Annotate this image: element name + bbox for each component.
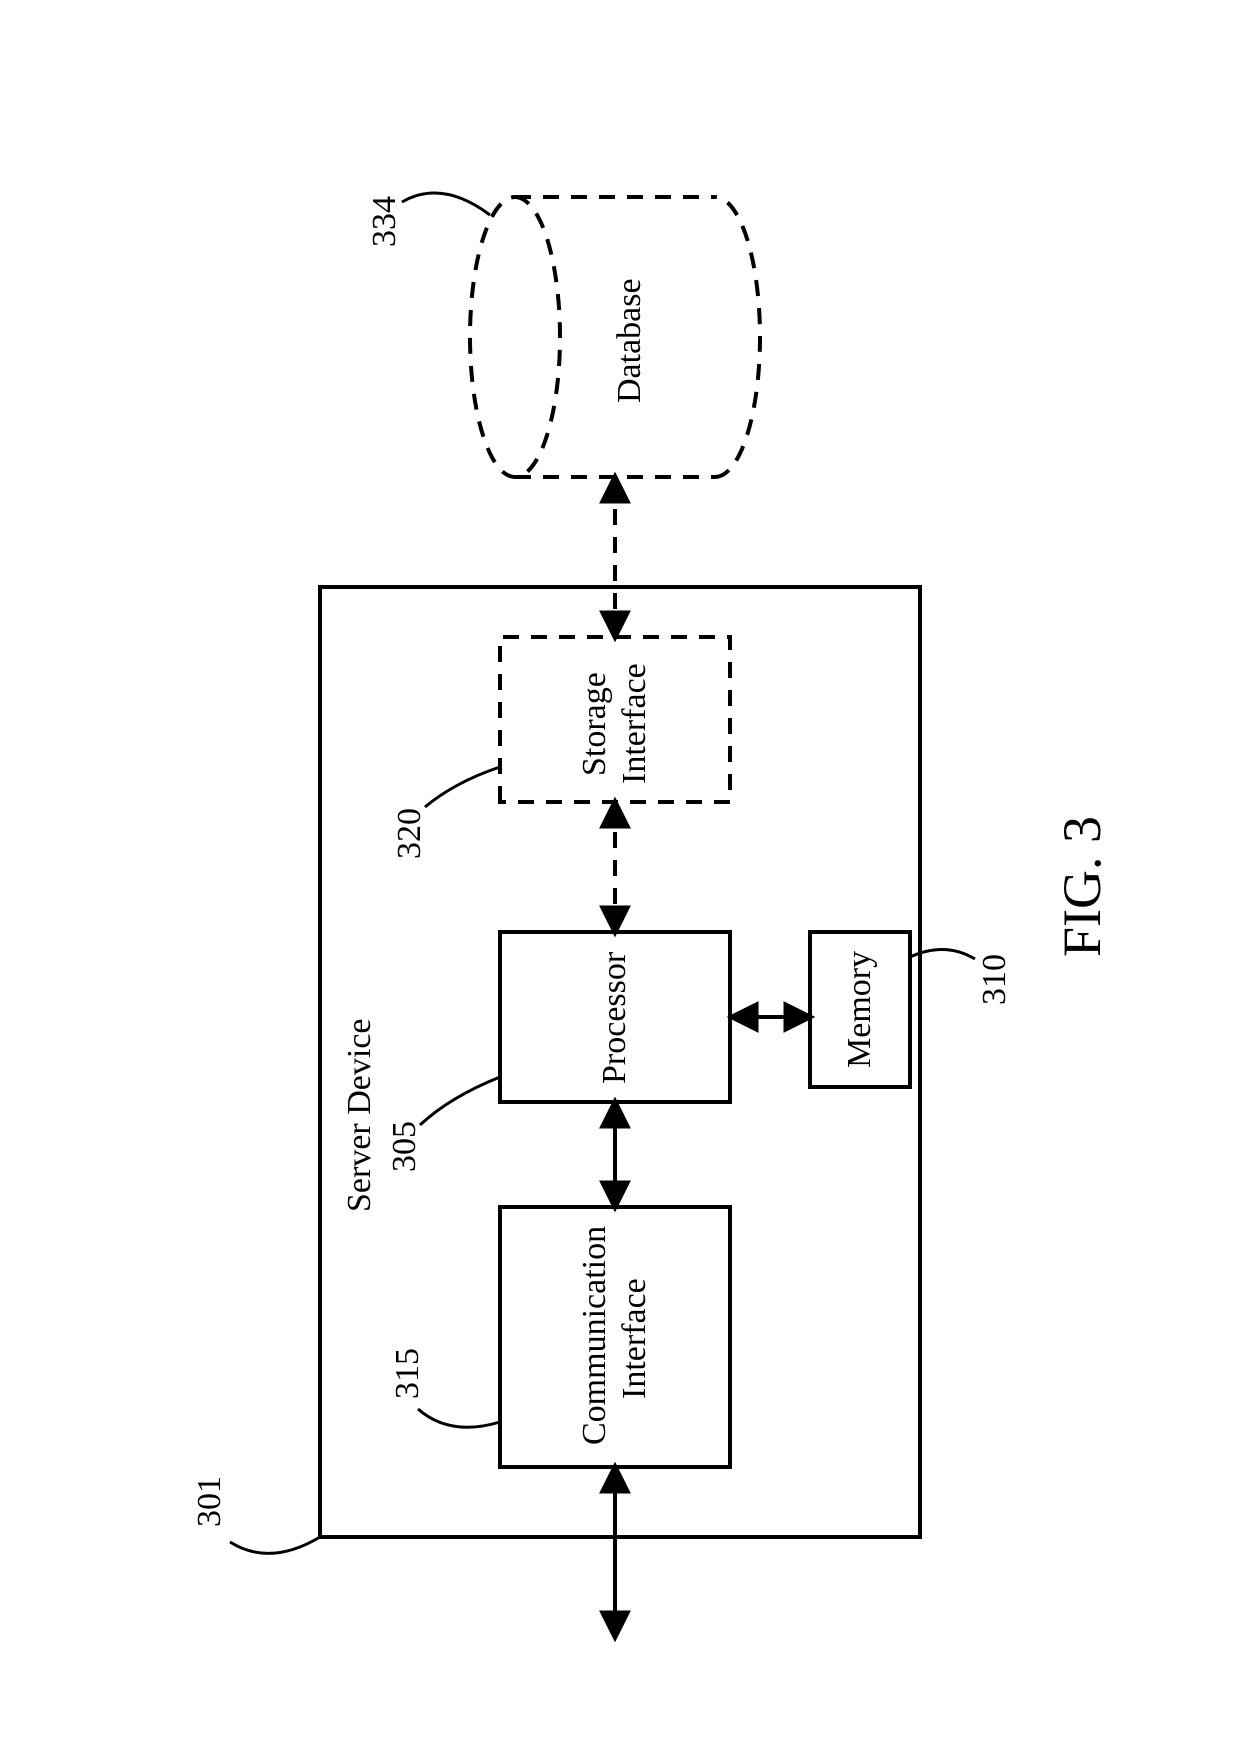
ref-320: 320	[391, 808, 428, 859]
ref-315-leader	[418, 1409, 500, 1427]
ref-301: 301	[191, 1476, 228, 1527]
storage-interface-label-line2: Interface	[616, 663, 653, 784]
ref-315: 315	[389, 1348, 426, 1399]
memory-block: Memory	[810, 932, 910, 1087]
database-label: Database	[611, 278, 648, 403]
communication-interface-label-line1: Communication	[576, 1226, 613, 1445]
processor-block: Processor	[500, 932, 730, 1102]
processor-label: Processor	[596, 951, 633, 1084]
storage-interface-block: Storage Interface	[500, 637, 730, 802]
ref-334: 334	[366, 196, 403, 247]
ref-305-leader	[420, 1077, 500, 1125]
ref-320-leader	[425, 767, 500, 807]
communication-interface-label-line2: Interface	[616, 1278, 653, 1399]
ref-301-leader	[230, 1537, 320, 1553]
memory-label: Memory	[841, 951, 878, 1068]
ref-334-leader	[402, 193, 490, 215]
storage-interface-label-line1: Storage	[576, 672, 613, 776]
ref-310: 310	[976, 954, 1013, 1005]
ref-305: 305	[386, 1121, 423, 1172]
database-block: Database	[470, 197, 760, 477]
figure-caption: FIG. 3	[1052, 816, 1112, 957]
server-device-title: Server Device	[341, 1018, 378, 1212]
communication-interface-block: Communication Interface	[500, 1207, 730, 1467]
